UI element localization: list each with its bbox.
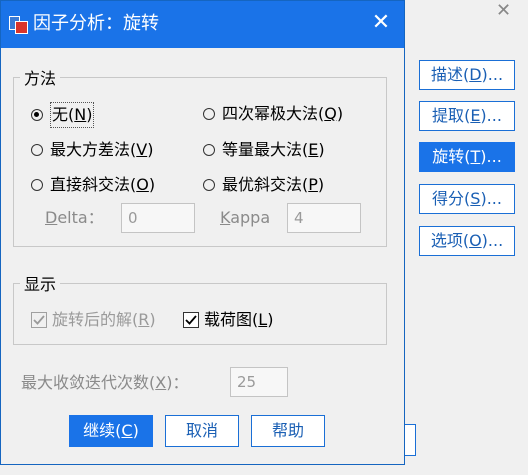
continue-key: C xyxy=(121,421,133,440)
max-iterations-label: 最大收敛迭代次数(X)： xyxy=(21,373,189,392)
rotate-key: T xyxy=(470,147,481,166)
describe-button[interactable]: 描述(D)... xyxy=(419,60,515,90)
radio-direct-oblimin[interactable]: 直接斜交法(O) xyxy=(31,173,155,197)
method-legend: 方法 xyxy=(24,69,57,88)
kappa-input[interactable]: 4 xyxy=(287,203,361,233)
max-iterations-input[interactable]: 25 xyxy=(230,367,288,397)
spss-app-icon xyxy=(7,13,28,34)
delta-key: D xyxy=(45,208,58,227)
rotation-dialog: 因子分析：旋转 ✕ 方法 无(N) 四次幂极大法(Q) 最大方差法(V) 等量最… xyxy=(0,0,405,465)
delta-input[interactable]: 0 xyxy=(121,203,195,233)
radio-selected-icon xyxy=(31,109,43,121)
kappa-label-text: appa xyxy=(230,208,271,227)
radio-icon xyxy=(31,179,43,191)
display-legend: 显示 xyxy=(24,275,57,294)
radio-quartimax[interactable]: 四次幂极大法(Q) xyxy=(203,102,343,126)
radio-none[interactable]: 无(N) xyxy=(31,102,95,128)
radio-equamax-label: 等量最大法 xyxy=(222,140,303,159)
radio-icon xyxy=(203,144,215,156)
radio-varimax-label: 最大方差法 xyxy=(50,140,131,159)
options-key: O xyxy=(469,231,482,250)
max-iterations-text: 最大收敛迭代次数 xyxy=(21,373,150,392)
title-bar[interactable]: 因子分析：旋转 ✕ xyxy=(1,1,404,48)
describe-key: D xyxy=(469,65,482,84)
ellipsis: ... xyxy=(487,231,504,250)
extract-key: E xyxy=(470,106,481,125)
radio-equamax[interactable]: 等量最大法(E) xyxy=(203,138,325,162)
extract-button[interactable]: 提取(E)... xyxy=(419,101,515,131)
radio-equamax-key: E xyxy=(308,140,319,159)
radio-direct-oblimin-label: 直接斜交法 xyxy=(50,175,131,194)
help-button[interactable]: 帮助 xyxy=(251,415,325,447)
extract-label: 提取 xyxy=(432,106,465,125)
hidden-button-edge xyxy=(404,424,416,456)
loading-plot-label: 载荷图 xyxy=(204,310,253,329)
rotate-label: 旋转 xyxy=(432,147,465,166)
rotated-solution-key: R xyxy=(138,310,150,329)
radio-none-label: 无 xyxy=(52,105,69,124)
scores-label: 得分 xyxy=(432,189,465,208)
cancel-button[interactable]: 取消 xyxy=(165,415,239,447)
rotated-solution-label: 旋转后的解 xyxy=(52,310,133,329)
delta-label-text: elta： xyxy=(57,208,104,227)
radio-promax-label: 最优斜交法 xyxy=(222,175,303,194)
delta-label: Delta： xyxy=(45,206,104,230)
close-icon[interactable]: ✕ xyxy=(367,9,395,37)
continue-label: 继续 xyxy=(83,421,116,440)
max-iterations-suffix: ： xyxy=(172,373,189,392)
options-button[interactable]: 选项(O)... xyxy=(419,226,515,256)
ellipsis: ... xyxy=(486,189,502,208)
max-iterations-key: X xyxy=(155,373,167,392)
ellipsis: ... xyxy=(486,147,502,166)
loading-plot-key: L xyxy=(258,310,268,329)
radio-varimax[interactable]: 最大方差法(V) xyxy=(31,138,153,162)
ellipsis: ... xyxy=(486,106,502,125)
radio-promax-key: P xyxy=(308,175,318,194)
radio-quartimax-key: Q xyxy=(324,104,337,123)
describe-label: 描述 xyxy=(430,65,463,84)
kappa-label: Kappa xyxy=(220,206,270,230)
radio-icon xyxy=(31,144,43,156)
loading-plot-checkbox[interactable]: 载荷图(L) xyxy=(183,308,273,332)
scores-key: S xyxy=(470,189,481,208)
radio-promax[interactable]: 最优斜交法(P) xyxy=(203,173,324,197)
dialog-title: 因子分析：旋转 xyxy=(33,13,159,34)
rotate-button[interactable]: 旋转(T)... xyxy=(419,142,515,172)
continue-button[interactable]: 继续(C) xyxy=(69,415,153,447)
checkbox-checked-icon xyxy=(183,312,199,328)
kappa-key: K xyxy=(220,208,231,227)
ellipsis: ... xyxy=(487,65,504,84)
options-label: 选项 xyxy=(430,231,463,250)
rotated-solution-checkbox[interactable]: 旋转后的解(R) xyxy=(31,308,156,332)
radio-varimax-key: V xyxy=(136,140,148,159)
checkbox-checked-icon xyxy=(31,312,47,328)
radio-quartimax-label: 四次幂极大法 xyxy=(222,104,319,123)
radio-icon xyxy=(203,108,215,120)
scores-button[interactable]: 得分(S)... xyxy=(419,184,515,214)
radio-none-key: N xyxy=(74,105,87,124)
radio-direct-oblimin-key: O xyxy=(136,175,149,194)
parent-close-icon[interactable]: ✕ xyxy=(496,0,511,21)
radio-icon xyxy=(203,179,215,191)
